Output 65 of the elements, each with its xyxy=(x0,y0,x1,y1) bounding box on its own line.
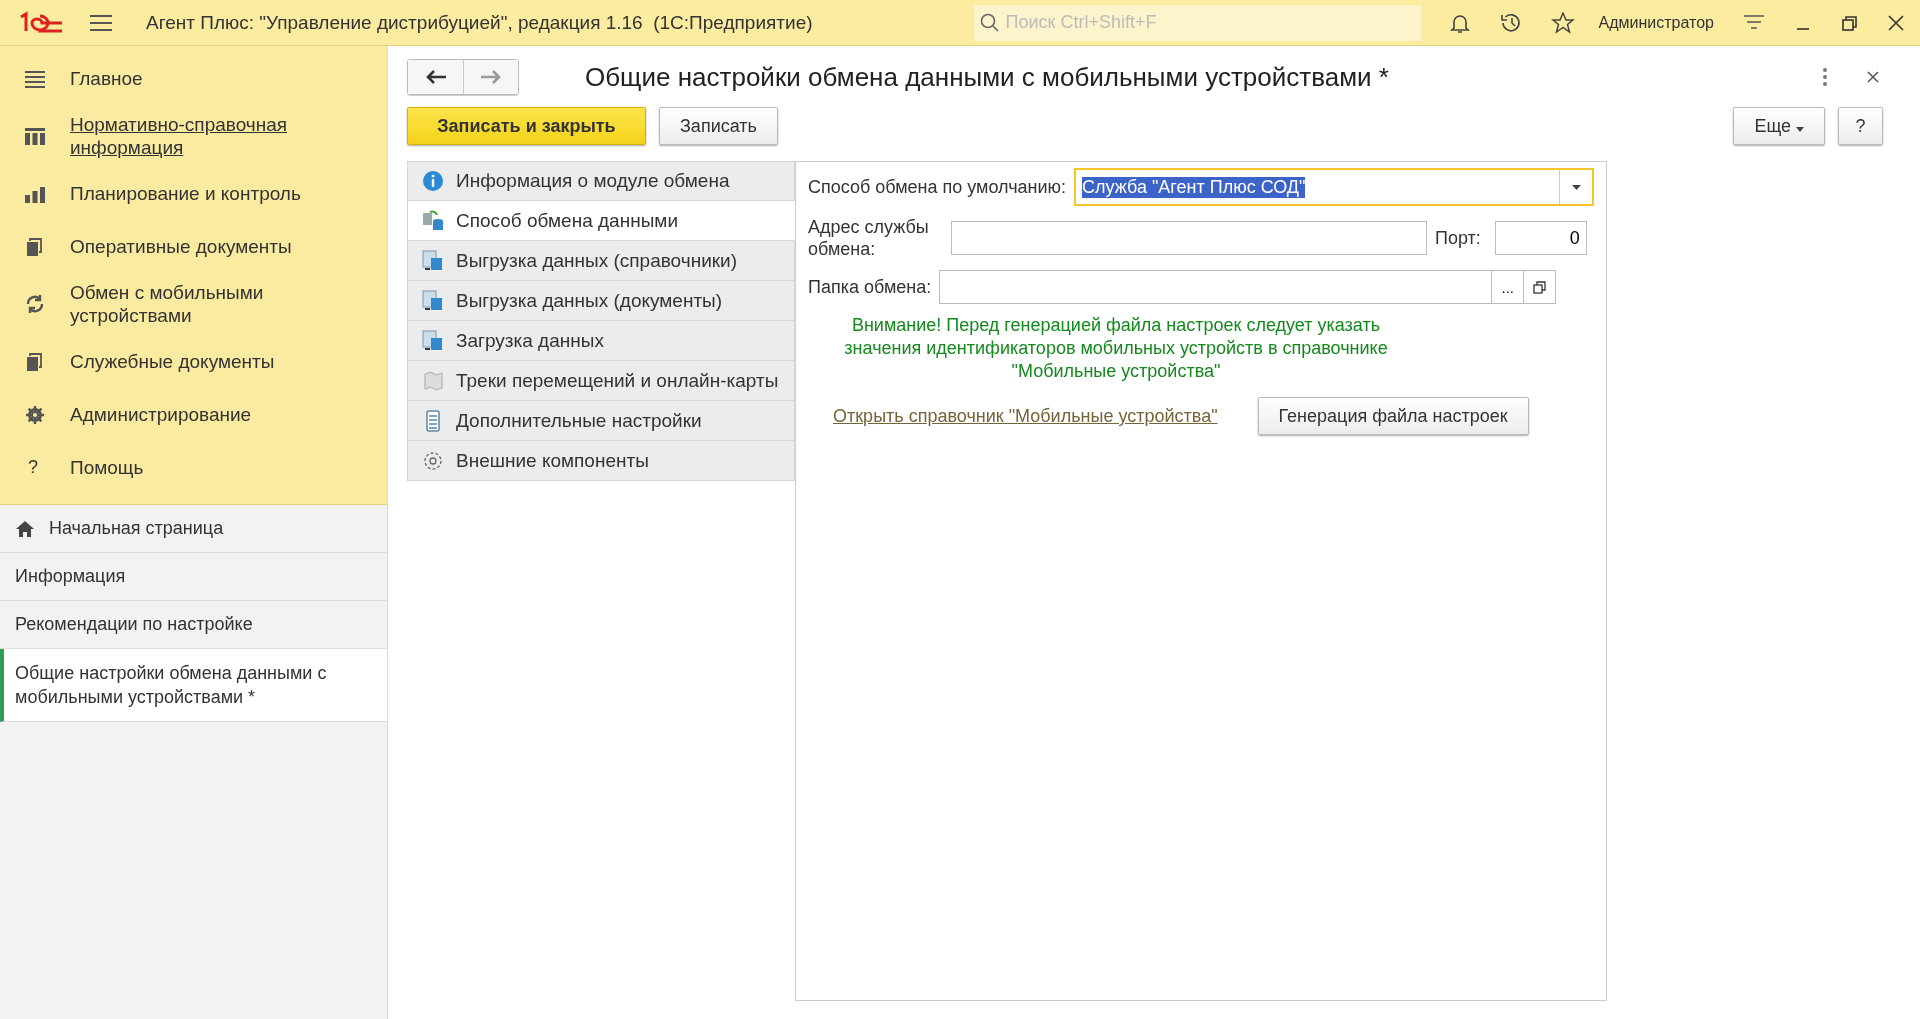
tab[interactable]: Выгрузка данных (справочники) xyxy=(407,241,795,281)
arrow-right-icon xyxy=(480,70,502,84)
tab[interactable]: Дополнительные настройки xyxy=(407,401,795,441)
menu-lines-icon xyxy=(24,68,46,89)
columns-icon xyxy=(24,126,46,146)
section-link[interactable]: Помощь xyxy=(70,456,330,479)
section-link[interactable]: Служебные документы xyxy=(70,350,330,373)
generate-settings-button[interactable]: Генерация файла настроек xyxy=(1257,397,1529,435)
section-link[interactable]: Обмен с мобильными устройствами xyxy=(70,281,330,327)
gear-icon xyxy=(24,404,46,425)
exchange-method-field[interactable]: Служба "Агент Плюс СОД" xyxy=(1074,168,1594,206)
folder-field[interactable] xyxy=(939,270,1493,304)
open-page-item[interactable]: Общие настройки обмена данными с мобильными устройствами * xyxy=(0,649,387,722)
history-icon[interactable] xyxy=(1498,11,1523,34)
section-link[interactable]: Планирование и контроль xyxy=(70,182,330,205)
arrow-left-icon xyxy=(424,70,447,84)
address-field[interactable] xyxy=(951,221,1427,255)
section-link[interactable]: Нормативно-справочная информация xyxy=(70,113,330,159)
logo-icon xyxy=(18,10,64,35)
sync-icon xyxy=(24,294,46,314)
data-transfer-icon xyxy=(422,289,444,312)
close-icon[interactable] xyxy=(1866,70,1880,84)
save-button[interactable]: Записать xyxy=(659,107,778,145)
dropdown-icon xyxy=(1571,184,1581,190)
star-icon[interactable] xyxy=(1550,11,1575,34)
field-label: Папка обмена: xyxy=(808,276,932,298)
open-window-icon xyxy=(1533,280,1547,294)
form-title: Общие настройки обмена данными с мобильными устройствами * xyxy=(585,61,1389,93)
tab[interactable]: Внешние компоненты xyxy=(407,441,795,481)
section-link[interactable]: Оперативные документы xyxy=(70,235,330,258)
question-icon: ? xyxy=(24,457,38,478)
port-field[interactable]: 0 xyxy=(1494,221,1587,255)
section-link[interactable]: Администрирование xyxy=(70,403,330,426)
field-label: Порт: xyxy=(1435,227,1481,249)
tab[interactable]: Способ обмена данными xyxy=(407,201,795,241)
tab[interactable]: Треки перемещений и онлайн-карты xyxy=(407,361,795,401)
open-page-item[interactable]: Информация xyxy=(0,553,387,601)
gear-icon xyxy=(422,449,444,472)
catalog-link[interactable]: Открыть справочник "Мобильные устройства" xyxy=(833,405,1218,427)
user-name[interactable]: Администратор xyxy=(1598,13,1714,32)
tab[interactable]: Выгрузка данных (документы) xyxy=(407,281,795,321)
menu-icon[interactable] xyxy=(90,13,112,32)
search-icon xyxy=(979,12,1000,33)
map-icon xyxy=(422,369,444,392)
warning-text: Внимание! Перед генерацией файла настроек следует указать значения идентификаторов мобильных устройств в справочнике "Мобильные устройства" xyxy=(843,314,1389,383)
section-link[interactable]: Главное xyxy=(70,67,330,90)
save-and-close-button[interactable]: Записать и закрыть xyxy=(407,107,646,145)
tab[interactable]: Загрузка данных xyxy=(407,321,795,361)
back-button[interactable] xyxy=(408,60,463,94)
browse-button[interactable]: ... xyxy=(1492,270,1525,304)
database-exchange-icon xyxy=(422,209,444,232)
more-options-icon[interactable] xyxy=(1822,67,1828,87)
caret-icon xyxy=(1796,126,1804,132)
data-transfer-icon xyxy=(422,329,444,352)
open-page-item[interactable]: Начальная страница xyxy=(0,505,387,553)
info-icon xyxy=(422,170,444,192)
more-button[interactable]: Еще xyxy=(1733,107,1825,145)
window-title: Агент Плюс: "Управление дистрибуцией", редакция 1.16 (1С:Предприятие) xyxy=(146,11,813,34)
field-label: Адрес службы обмена: xyxy=(808,216,930,260)
open-button[interactable] xyxy=(1524,270,1557,304)
field-label: Способ обмена по умолчанию: xyxy=(808,176,1067,198)
tab[interactable]: Информация о модуле обмена xyxy=(407,161,795,201)
search-field[interactable]: Поиск Ctrl+Shift+F xyxy=(973,4,1421,41)
data-transfer-icon xyxy=(422,249,444,272)
help-button[interactable]: ? xyxy=(1838,107,1883,145)
